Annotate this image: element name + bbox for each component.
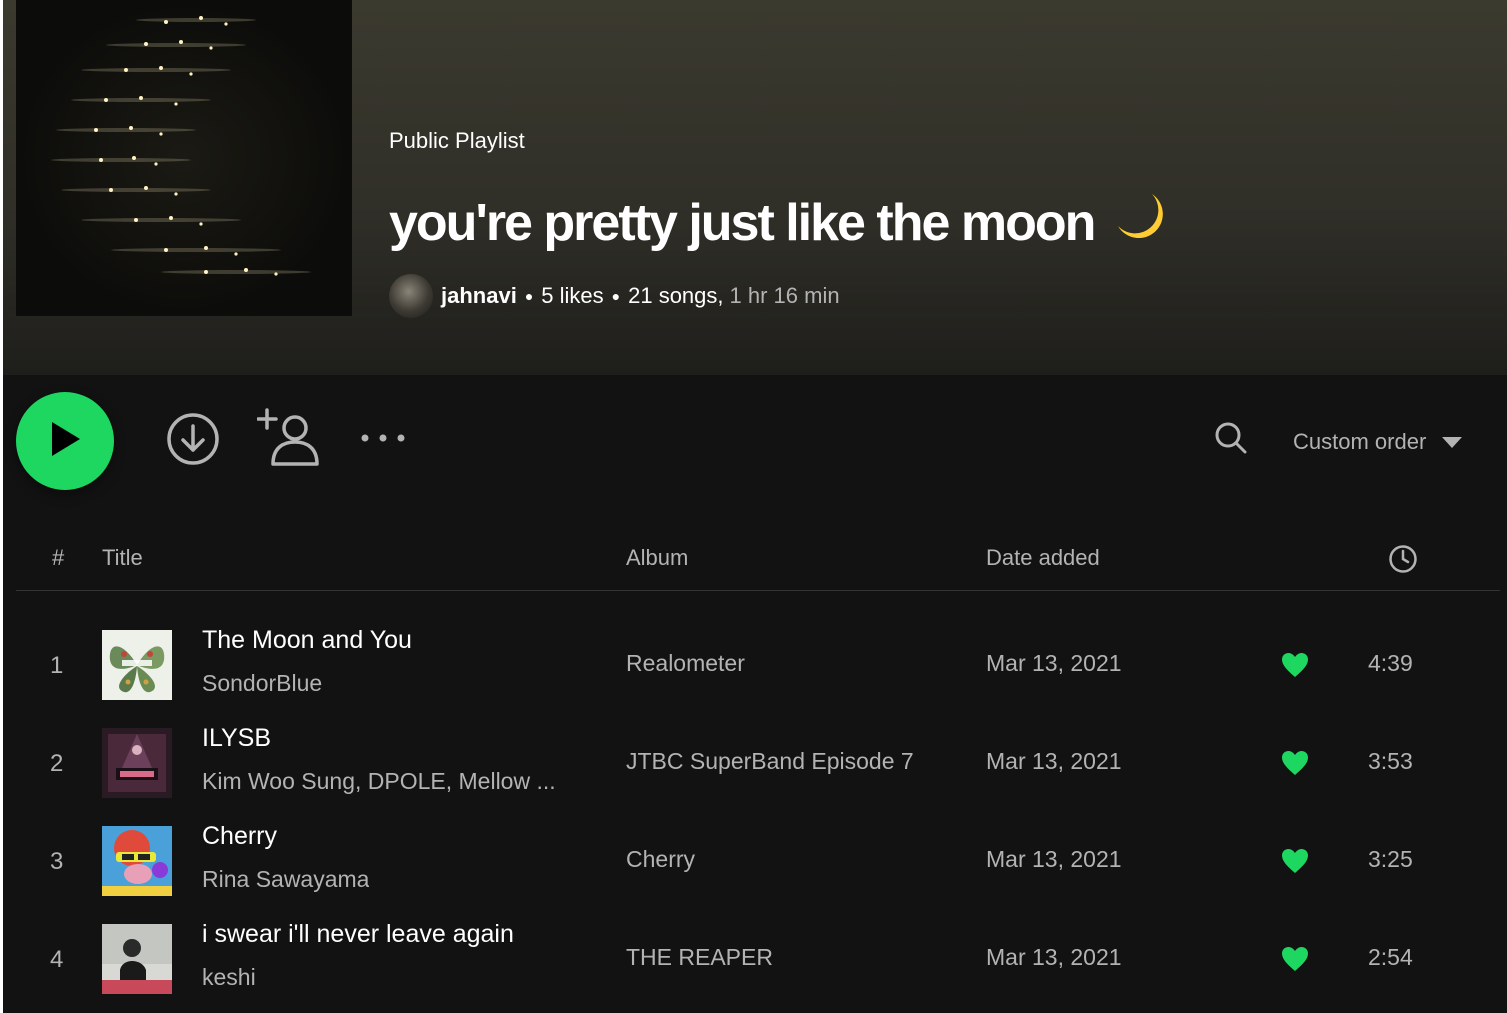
track-album[interactable]: Cherry (626, 846, 695, 873)
play-icon (48, 420, 82, 463)
caret-down-icon (1442, 429, 1463, 455)
track-album-art (102, 630, 172, 700)
track-date-added: Mar 13, 2021 (986, 650, 1122, 676)
download-button[interactable] (165, 412, 221, 471)
owner-avatar[interactable] (389, 274, 433, 318)
track-album[interactable]: Realometer (626, 650, 745, 677)
track-album[interactable]: THE REAPER (626, 944, 773, 971)
track-number: 2 (50, 750, 64, 777)
track-album-art (102, 728, 172, 798)
track-number: 3 (50, 848, 64, 875)
track-title[interactable]: The Moon and You (202, 626, 412, 655)
owner-link[interactable]: jahnavi (441, 283, 517, 309)
playlist-title: you're pretty just like the moon (389, 190, 1168, 255)
track-title[interactable]: i swear i'll never leave again (202, 920, 514, 949)
track-title[interactable]: ILYSB (202, 724, 271, 753)
track-album[interactable]: JTBC SuperBand Episode 7 (626, 748, 914, 775)
likes-count: 5 likes (541, 283, 604, 308)
track-date-added: Mar 13, 2021 (986, 944, 1122, 970)
track-artist[interactable]: SondorBlue (202, 670, 322, 697)
liked-heart-icon[interactable] (1280, 944, 1310, 974)
track-artist[interactable]: Rina Sawayama (202, 866, 369, 893)
search-in-playlist-button[interactable] (1211, 420, 1251, 460)
song-count: 21 songs, (628, 283, 724, 308)
track-row[interactable]: 4 i swear i'll never leave again keshi T… (16, 920, 1500, 1013)
track-row[interactable]: 2 ILYSB Kim Woo Sung, DPOLE, Mellow ... … (16, 724, 1500, 826)
track-row[interactable]: 3 Cherry Rina Sawayama Cherry Mar 13, 20… (16, 822, 1500, 924)
separator-dot: ● (524, 288, 534, 304)
track-duration: 4:39 (1368, 650, 1413, 676)
column-title-header[interactable]: Title (102, 545, 143, 571)
track-date-added: Mar 13, 2021 (986, 748, 1122, 774)
playlist-header: Public Playlist you're pretty just like … (3, 0, 1507, 375)
playlist-type-label: Public Playlist (389, 128, 525, 153)
track-album-art (102, 826, 172, 896)
spotify-playlist-page: Public Playlist you're pretty just like … (0, 0, 1507, 1013)
track-duration: 2:54 (1368, 944, 1413, 970)
track-duration: 3:25 (1368, 846, 1413, 872)
liked-heart-icon[interactable] (1280, 846, 1310, 876)
separator-dot: ● (611, 288, 621, 304)
track-artist[interactable]: Kim Woo Sung, DPOLE, Mellow ... (202, 768, 556, 795)
total-duration: 1 hr 16 min (729, 283, 840, 308)
liked-heart-icon[interactable] (1280, 650, 1310, 680)
sort-order-dropdown[interactable]: Custom order (1293, 424, 1463, 460)
playlist-title-text: you're pretty just like the moon (389, 194, 1096, 252)
playlist-cover[interactable] (16, 0, 352, 316)
clock-icon[interactable] (1388, 544, 1418, 580)
column-album-header[interactable]: Album (626, 545, 688, 571)
download-icon (166, 412, 220, 471)
playlist-byline: jahnavi ● 5 likes ● 21 songs, 1 hr 16 mi… (389, 274, 840, 318)
crescent-moon-icon (1112, 190, 1168, 255)
sort-order-label: Custom order (1293, 429, 1427, 454)
track-number: 4 (50, 946, 64, 973)
more-options-icon (357, 431, 409, 449)
track-table-header: # Title Album Date added (16, 540, 1500, 591)
track-date-added: Mar 13, 2021 (986, 846, 1122, 872)
add-collaborator-button[interactable] (256, 406, 321, 475)
more-options-button[interactable] (357, 420, 409, 460)
track-duration: 3:53 (1368, 748, 1413, 774)
column-number-header: # (52, 545, 65, 570)
column-date-added-header[interactable]: Date added (986, 545, 1100, 571)
search-icon (1214, 421, 1248, 460)
add-user-icon (256, 406, 321, 475)
track-title[interactable]: Cherry (202, 822, 277, 851)
track-row[interactable]: 1 The Moon and You SondorBlue Realometer… (16, 626, 1500, 728)
play-button[interactable] (16, 392, 114, 490)
track-album-art (102, 924, 172, 994)
track-artist[interactable]: keshi (202, 964, 256, 991)
liked-heart-icon[interactable] (1280, 748, 1310, 778)
track-number: 1 (50, 652, 64, 679)
